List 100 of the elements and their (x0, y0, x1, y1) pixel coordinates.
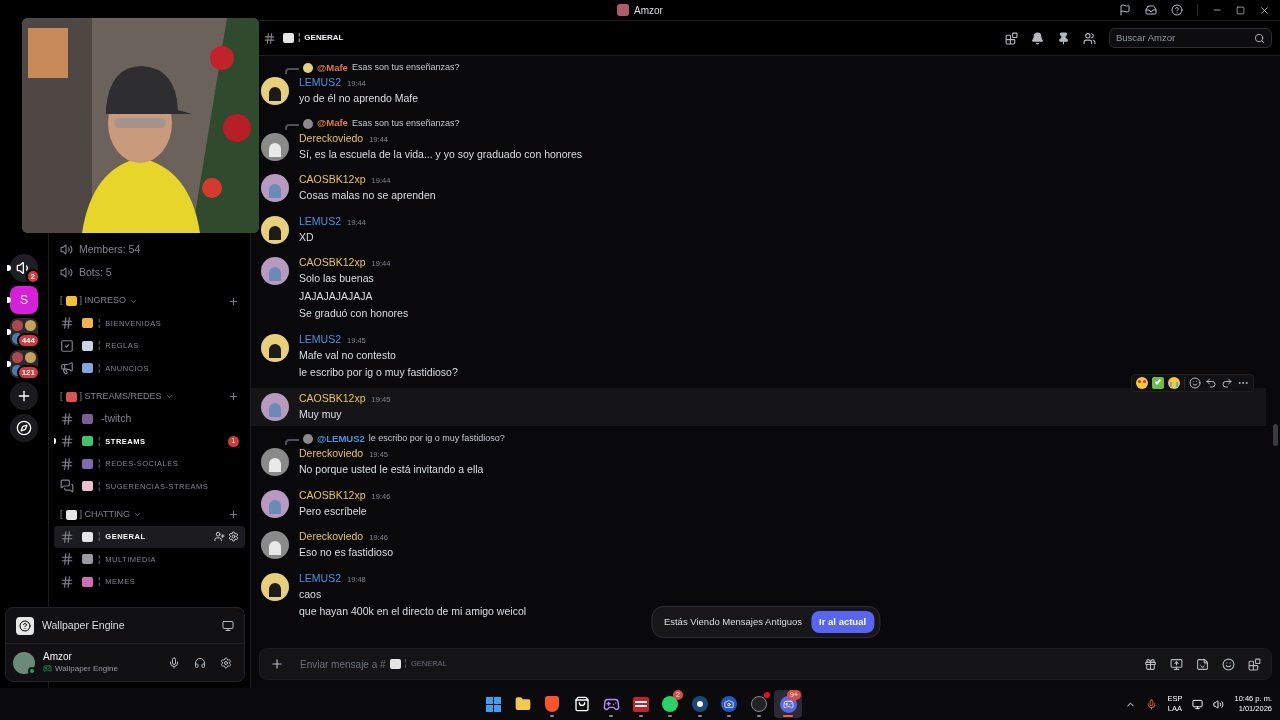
avatar[interactable] (261, 132, 289, 161)
members-icon[interactable] (1083, 31, 1096, 45)
author-name[interactable]: Dereckoviedo (299, 529, 364, 545)
maximize-icon[interactable] (1236, 5, 1245, 15)
hash-icon (60, 316, 74, 331)
windows-start-icon[interactable] (485, 696, 501, 712)
speech-bubble-icon (389, 659, 401, 669)
reply-mention[interactable]: @LEMUS2 (317, 431, 365, 447)
separator-text: ¦ (98, 361, 101, 375)
author-name[interactable]: CAOSBK12xp (299, 487, 366, 504)
heart-eyes-emoji-icon[interactable] (1136, 376, 1148, 389)
sticker-icon[interactable] (1196, 657, 1209, 671)
stat-label: Bots: 5 (79, 264, 112, 280)
flag-icon[interactable] (1119, 4, 1131, 16)
avatar[interactable] (261, 531, 289, 559)
camera-icon[interactable] (721, 696, 737, 712)
avatar[interactable] (261, 392, 289, 421)
avatar[interactable] (261, 215, 289, 244)
author-name[interactable]: Dereckoviedo (299, 130, 364, 147)
avatar[interactable] (261, 448, 289, 476)
screen-share-icon[interactable] (222, 619, 234, 632)
message-text: XD (299, 229, 315, 245)
speaker-icon (60, 266, 73, 279)
add-channel-icon[interactable] (228, 295, 239, 307)
volume-icon (1213, 698, 1225, 710)
hash-icon (60, 574, 74, 589)
category-name[interactable]: ] INGRESO (79, 294, 127, 308)
add-channel-icon[interactable] (228, 509, 239, 520)
reply-mention[interactable]: @Mafe (317, 60, 348, 76)
add-server-button[interactable] (10, 382, 38, 410)
settings-icon[interactable] (228, 531, 239, 543)
author-name[interactable]: CAOSBK12xp (299, 172, 366, 188)
category-name[interactable]: ] CHATTING (79, 507, 130, 522)
avatar (303, 118, 313, 129)
separator-text: ¦ (404, 657, 407, 671)
author-name[interactable]: CAOSBK12xp (299, 390, 366, 407)
settings-icon[interactable] (220, 656, 232, 669)
mixer-app-icon[interactable] (632, 696, 649, 712)
store-bag-icon[interactable] (573, 696, 590, 712)
search-field[interactable]: Buscar Amzor (1109, 28, 1272, 48)
author-name[interactable]: LEMUS2 (299, 331, 341, 348)
headphones-icon[interactable] (194, 656, 206, 669)
help-icon[interactable] (1171, 4, 1183, 16)
avatar[interactable] (261, 77, 289, 105)
gamepad-glyph-icon (782, 698, 794, 710)
apps-icon[interactable] (1248, 657, 1261, 671)
speech-bubble-icon (283, 33, 294, 43)
add-channel-icon[interactable] (228, 391, 239, 402)
server-icon[interactable]: S (10, 286, 38, 314)
server-icon[interactable] (10, 254, 38, 282)
avatar (303, 63, 313, 73)
author-name[interactable]: LEMUS2 (299, 75, 341, 91)
stat-label: Members: 54 (79, 241, 141, 257)
hash-icon (60, 456, 74, 471)
invite-icon[interactable] (214, 531, 225, 543)
checkbox-icon (60, 338, 74, 353)
bracket-text: [ (60, 294, 63, 308)
microphone-icon[interactable] (168, 656, 180, 669)
separator-text: ¦ (298, 31, 301, 45)
avatar[interactable] (261, 257, 289, 285)
hash-icon (60, 411, 74, 426)
check-mark-emoji-icon[interactable] (1152, 376, 1164, 389)
crying-emoji-icon[interactable] (1168, 376, 1180, 389)
activity-name: Wallpaper Engine (42, 617, 125, 633)
gift-icon[interactable] (1144, 657, 1157, 671)
author-name[interactable]: LEMUS2 (299, 570, 341, 587)
search-icon (1254, 32, 1265, 44)
network-icon (1192, 698, 1204, 710)
author-name[interactable]: CAOSBK12xp (299, 255, 366, 271)
placeholder-text: Enviar mensaje a # (300, 657, 386, 672)
chevron-icon (132, 510, 142, 519)
avatar[interactable] (261, 333, 289, 362)
author-name[interactable]: LEMUS2 (299, 213, 341, 230)
bell-icon[interactable] (1031, 31, 1044, 45)
hash-icon (60, 529, 74, 544)
reply-icon[interactable] (1205, 376, 1217, 389)
folder-icon[interactable] (514, 696, 531, 712)
pin-icon[interactable] (1057, 31, 1070, 45)
user-avatar[interactable] (13, 651, 35, 674)
emoji-icon[interactable] (1222, 657, 1235, 671)
channel-item[interactable]: -twitch (54, 407, 245, 430)
category-name[interactable]: ] STREAMS/REDES (79, 389, 162, 404)
attach-icon[interactable] (270, 657, 284, 671)
record-icon[interactable] (750, 696, 767, 712)
reply-mention[interactable]: @Mafe (317, 116, 348, 131)
chat-bubbles-icon (60, 479, 74, 494)
author-name[interactable]: Dereckoviedo (299, 446, 364, 462)
discover-button[interactable] (10, 414, 38, 442)
avatar[interactable] (261, 174, 289, 202)
hash-icon (263, 31, 276, 45)
chevron-icon (164, 392, 174, 401)
inbox-icon[interactable] (1145, 4, 1157, 16)
close-icon[interactable] (1259, 4, 1270, 16)
jump-to-present-button[interactable]: Ir al actual (811, 611, 875, 633)
add-reaction-icon[interactable] (1189, 376, 1201, 389)
channel-title: GENERAL (304, 32, 344, 44)
avatar[interactable] (261, 489, 289, 518)
compass-icon (16, 420, 32, 436)
avatar[interactable] (261, 572, 289, 601)
forward-icon[interactable] (1221, 376, 1233, 389)
